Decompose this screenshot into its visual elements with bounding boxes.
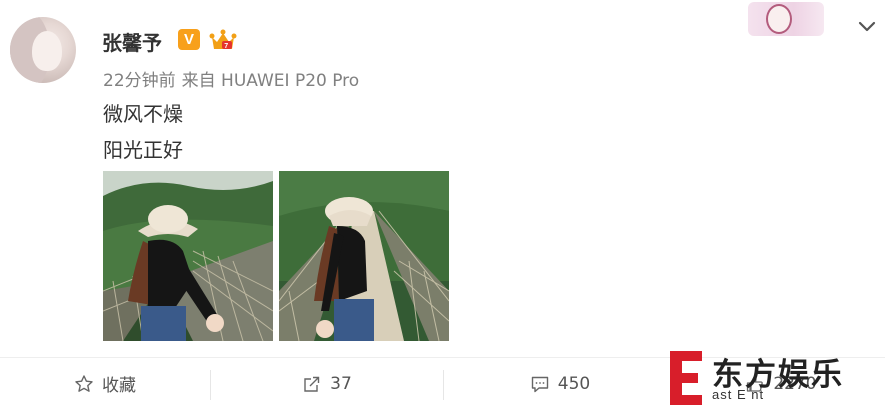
post-source[interactable]: 来自 HUAWEI P20 Pro: [182, 71, 360, 91]
star-icon: [75, 374, 93, 392]
repost-icon: [304, 376, 320, 392]
repost-button[interactable]: 37: [211, 358, 443, 409]
post-text-line-2: 阳光正好: [103, 138, 183, 162]
favorite-label: 收藏: [102, 376, 136, 396]
user-avatar[interactable]: [10, 17, 76, 83]
favorite-button[interactable]: 收藏: [0, 358, 210, 409]
username[interactable]: 张馨予: [102, 27, 162, 56]
verified-badge: V: [178, 29, 200, 50]
bridge-photo-graphic: [103, 171, 273, 341]
repost-count: 37: [330, 373, 352, 394]
comment-count: 450: [557, 373, 591, 394]
weibo-post-card: 张馨予 V 7 22分钟前 来自 HUAWEI P20 Pro 微风不燥 阳光正好: [0, 0, 885, 409]
mini-avatar-card[interactable]: [748, 2, 824, 36]
post-text-line-1: 微风不燥: [103, 102, 183, 126]
post-photo-2[interactable]: [279, 171, 449, 341]
watermark-logo: 东方娱乐 ast E nt: [666, 347, 885, 409]
comment-button[interactable]: 450: [444, 358, 676, 409]
post-time[interactable]: 22分钟前: [103, 71, 176, 91]
post-meta: 22分钟前 来自 HUAWEI P20 Pro: [103, 66, 359, 91]
comment-icon: [531, 376, 548, 392]
watermark-e-logo: [670, 351, 702, 405]
chevron-down-icon[interactable]: [855, 14, 879, 38]
mini-avatar-face: [766, 4, 792, 34]
svg-text:7: 7: [224, 43, 228, 50]
post-photo-1[interactable]: [103, 171, 273, 341]
watermark-sub: ast E nt: [712, 387, 765, 402]
crown-icon: 7: [209, 29, 237, 50]
bridge-photo-graphic: [279, 171, 449, 341]
avatar-face: [32, 31, 62, 71]
